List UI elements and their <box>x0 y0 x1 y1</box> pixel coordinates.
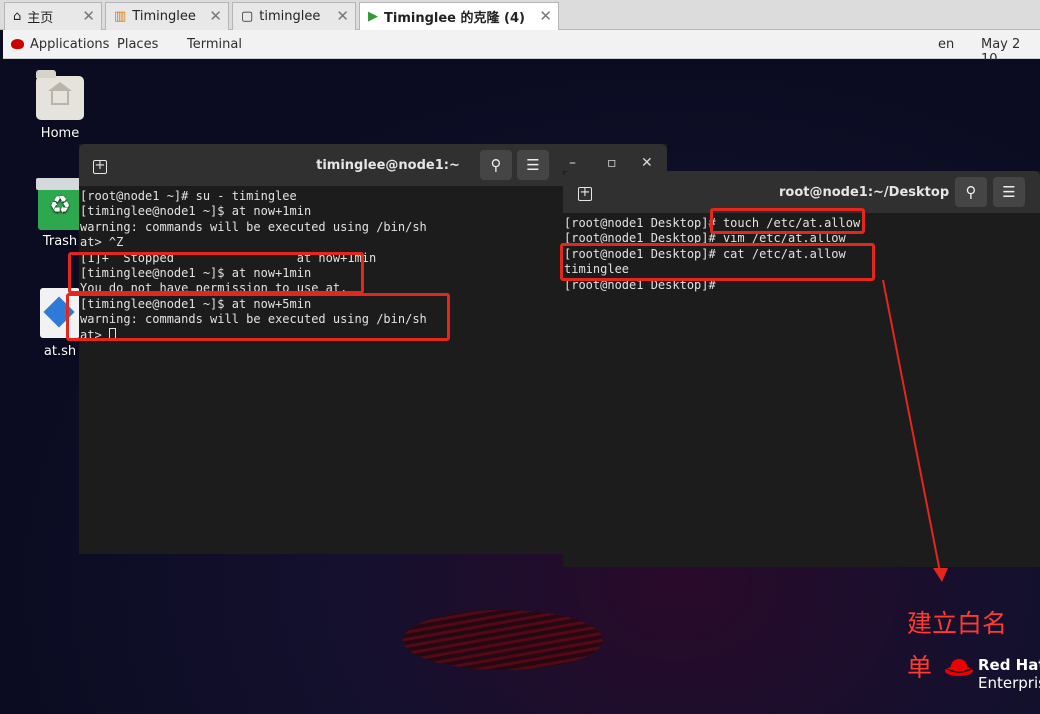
redhat-logo-line2: Enterprise <box>978 674 1040 692</box>
close-icon[interactable]: ✕ <box>209 7 222 25</box>
applications-menu[interactable]: Applications <box>30 37 109 52</box>
desktop: Home ♻ Trash at.sh + timinglee@node1:~ ⚲… <box>3 60 1040 714</box>
vm-tab-home[interactable]: ⌂ 主页 ✕ <box>4 2 102 30</box>
redhat-hat-icon <box>945 659 973 676</box>
places-menu[interactable]: Places <box>117 37 158 52</box>
language-indicator[interactable]: en <box>938 37 954 52</box>
close-icon[interactable]: ✕ <box>336 7 349 25</box>
vm-tab-label: timinglee <box>259 9 321 24</box>
vm-tab-label: Timinglee <box>132 9 196 24</box>
redhat-logo-icon <box>11 39 24 49</box>
vm-icon: ▢ <box>241 9 254 24</box>
annotation-arrow <box>882 279 948 582</box>
vm-tab-timinglee[interactable]: ▥ Timinglee ✕ <box>105 2 229 30</box>
close-icon[interactable]: ✕ <box>539 7 552 25</box>
home-icon: ⌂ <box>13 9 22 24</box>
close-icon[interactable]: ✕ <box>82 7 95 25</box>
gnome-top-bar: Applications Places Terminal en May 2 10 <box>3 30 1040 67</box>
vm-icon: ▥ <box>114 9 127 24</box>
vm-tab-label: 主页 <box>27 11 54 26</box>
terminal-menu[interactable]: Terminal <box>187 37 242 52</box>
vm-tab-label: Timinglee 的克隆 (4) <box>384 11 525 26</box>
vm-tab-bar: ⌂ 主页 ✕ ▥ Timinglee ✕ ▢ timinglee ✕ ▶ Tim… <box>0 0 1040 30</box>
vm-tab-clone-4[interactable]: ▶ Timinglee 的克隆 (4) ✕ <box>359 2 559 30</box>
vm-tab-timinglee-2[interactable]: ▢ timinglee ✕ <box>232 2 356 30</box>
vm-running-icon: ▶ <box>368 9 378 24</box>
redhat-logo-line1: Red Hat <box>978 656 1040 674</box>
